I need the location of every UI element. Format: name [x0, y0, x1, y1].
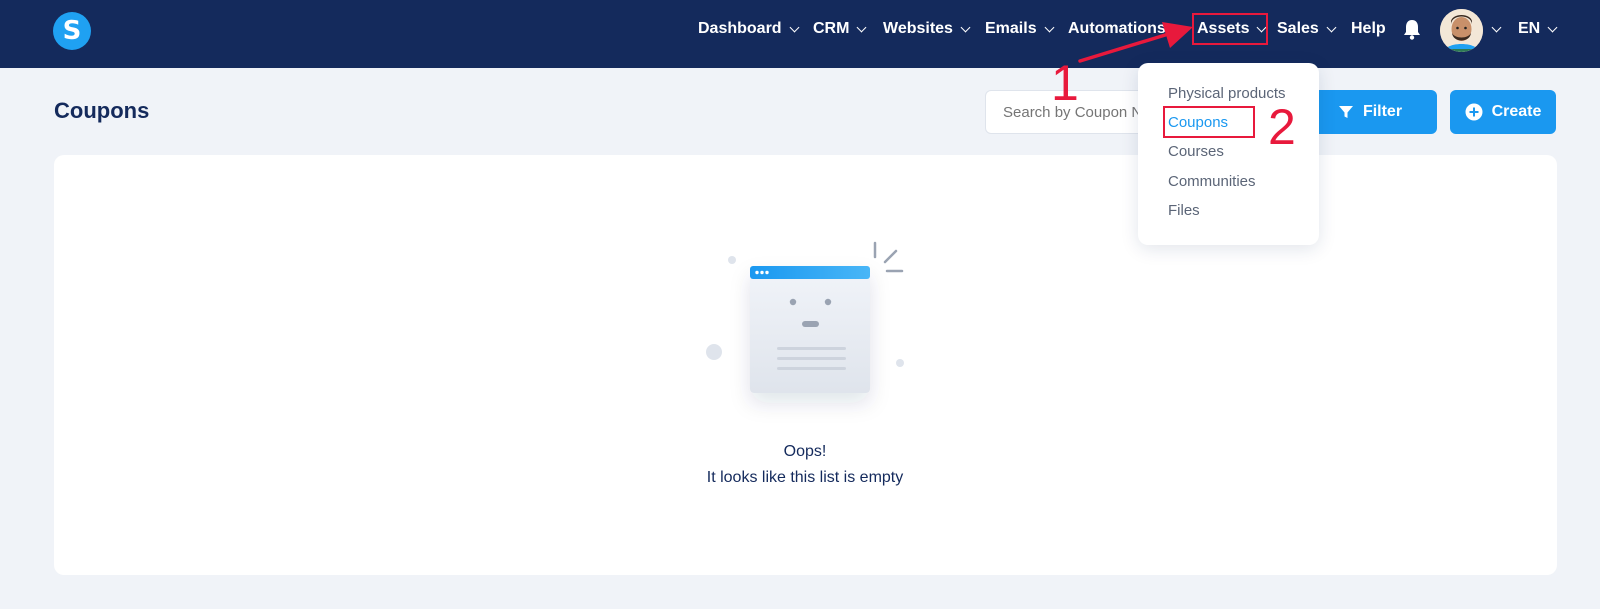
- empty-state-title: Oops!: [783, 443, 827, 460]
- language-selector[interactable]: EN: [1518, 18, 1558, 40]
- annotation-box-coupons: [1163, 106, 1255, 138]
- chevron-down-icon: [1044, 22, 1055, 32]
- nav-help-label: Help: [1351, 20, 1386, 37]
- page-title: Coupons: [54, 98, 150, 123]
- chevron-down-icon[interactable]: [1491, 22, 1502, 33]
- annotation-step-1: 1: [1051, 55, 1079, 111]
- create-button[interactable]: Create: [1450, 90, 1556, 134]
- dropdown-item-files[interactable]: Files: [1168, 202, 1200, 219]
- chevron-down-icon: [789, 22, 800, 32]
- nav-dashboard-label: Dashboard: [698, 20, 782, 37]
- avatar[interactable]: [1440, 9, 1483, 52]
- chevron-down-icon: [1547, 22, 1558, 32]
- filter-icon: [1338, 106, 1353, 118]
- create-button-label: Create: [1491, 103, 1542, 120]
- nav-crm-label: CRM: [813, 20, 850, 37]
- nav-websites[interactable]: Websites: [883, 18, 971, 40]
- top-bar: S Dashboard CRM Websites Emails Automati…: [0, 0, 1600, 68]
- language-label: EN: [1518, 20, 1541, 37]
- chevron-down-icon: [856, 22, 867, 32]
- filter-button-label: Filter: [1362, 103, 1403, 120]
- annotation-step-2: 2: [1268, 99, 1296, 155]
- empty-state-message: It looks like this list is empty: [706, 469, 904, 486]
- dropdown-item-communities[interactable]: Communities: [1168, 173, 1256, 190]
- bell-icon[interactable]: [1402, 18, 1422, 40]
- app-logo[interactable]: S: [53, 12, 91, 50]
- nav-websites-label: Websites: [883, 20, 953, 37]
- plus-circle-icon: [1465, 103, 1483, 121]
- nav-help[interactable]: Help: [1351, 18, 1386, 40]
- dropdown-item-courses[interactable]: Courses: [1168, 143, 1224, 160]
- nav-sales[interactable]: Sales: [1277, 18, 1337, 40]
- annotation-box-assets: [1192, 13, 1268, 45]
- nav-emails[interactable]: Emails: [985, 18, 1055, 40]
- nav-sales-label: Sales: [1277, 20, 1319, 37]
- nav-emails-label: Emails: [985, 20, 1037, 37]
- nav-dashboard[interactable]: Dashboard: [698, 18, 800, 40]
- empty-state-illustration: [706, 241, 904, 393]
- annotation-arrow-icon: [1078, 22, 1193, 63]
- nav-crm[interactable]: CRM: [813, 18, 867, 40]
- filter-button[interactable]: Filter: [1303, 90, 1437, 134]
- chevron-down-icon: [960, 22, 971, 32]
- chevron-down-icon: [1326, 22, 1337, 32]
- avatar-image: [1440, 9, 1483, 52]
